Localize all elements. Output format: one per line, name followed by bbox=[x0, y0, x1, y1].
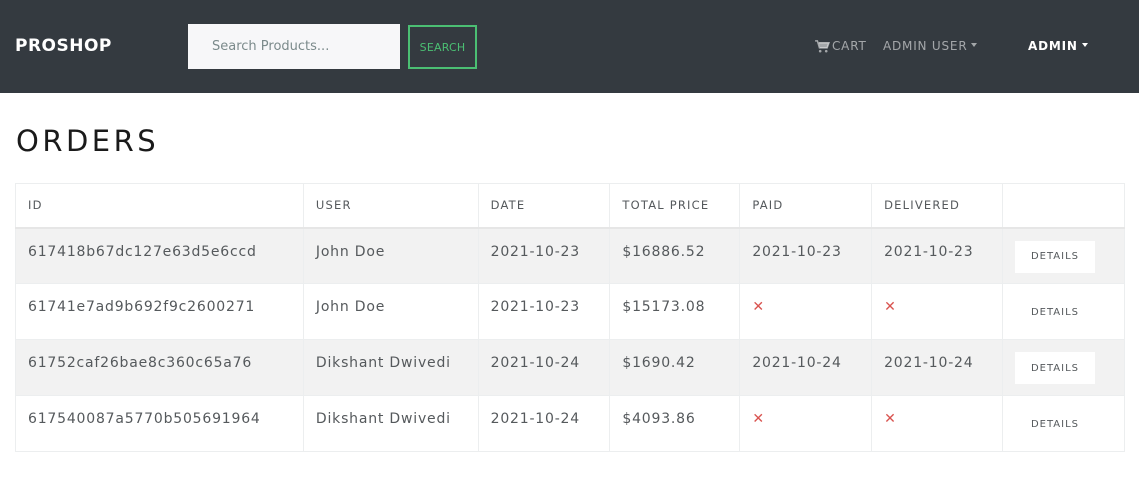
order-id: 61741e7ad9b692f9c2600271 bbox=[15, 283, 304, 340]
order-total: $15173.08 bbox=[609, 283, 741, 340]
chevron-down-icon bbox=[971, 43, 978, 47]
order-date: 2021-10-24 bbox=[477, 395, 611, 452]
not-paid-x-icon: ✕ bbox=[752, 411, 765, 427]
not-delivered-x-icon: ✕ bbox=[884, 299, 897, 315]
shopping-cart-icon bbox=[815, 39, 830, 52]
order-total: $1690.42 bbox=[609, 339, 741, 396]
order-user: Dikshant Dwivedi bbox=[302, 395, 479, 452]
table-header-row: ID USER DATE TOTAL PRICE PAID DELIVERED bbox=[15, 183, 1126, 229]
column-header-user: USER bbox=[302, 183, 479, 229]
admin-menu-label: ADMIN bbox=[1028, 39, 1078, 53]
column-header-delivered: DELIVERED bbox=[871, 183, 1003, 229]
details-button[interactable]: DETAILS bbox=[1015, 408, 1095, 440]
details-button[interactable]: DETAILS bbox=[1014, 352, 1095, 384]
order-paid: ✕ bbox=[739, 395, 873, 452]
order-paid: ✕ bbox=[739, 283, 873, 340]
table-row: 617540087a5770b505691964 Dikshant Dwived… bbox=[15, 395, 1126, 452]
order-total: $16886.52 bbox=[609, 227, 741, 284]
order-date: 2021-10-23 bbox=[477, 283, 611, 340]
admin-menu-dropdown[interactable]: ADMIN bbox=[1028, 39, 1088, 53]
chevron-down-icon bbox=[1081, 43, 1088, 47]
order-date: 2021-10-24 bbox=[477, 339, 611, 396]
order-delivered: ✕ bbox=[871, 395, 1003, 452]
table-row: 617418b67dc127e63d5e6ccd John Doe 2021-1… bbox=[15, 227, 1126, 284]
order-user: John Doe bbox=[302, 227, 479, 284]
order-id: 617540087a5770b505691964 bbox=[15, 395, 304, 452]
details-button[interactable]: DETAILS bbox=[1015, 296, 1095, 328]
details-button[interactable]: DETAILS bbox=[1014, 240, 1095, 273]
column-header-paid: PAID bbox=[739, 183, 873, 229]
order-actions: DETAILS bbox=[1001, 395, 1126, 452]
page-title: ORDERS bbox=[16, 124, 160, 158]
column-header-date: DATE bbox=[477, 183, 611, 229]
order-delivered: 2021-10-23 bbox=[871, 227, 1003, 284]
cart-link[interactable]: CART bbox=[815, 39, 867, 53]
not-paid-x-icon: ✕ bbox=[752, 299, 765, 315]
not-delivered-x-icon: ✕ bbox=[884, 411, 897, 427]
order-actions: DETAILS bbox=[1001, 283, 1126, 340]
order-total: $4093.86 bbox=[609, 395, 741, 452]
table-row: 61741e7ad9b692f9c2600271 John Doe 2021-1… bbox=[15, 283, 1126, 340]
order-paid: 2021-10-24 bbox=[739, 339, 873, 396]
search-button[interactable]: SEARCH bbox=[408, 25, 477, 69]
user-menu-dropdown[interactable]: ADMIN USER bbox=[883, 39, 978, 53]
order-user: Dikshant Dwivedi bbox=[302, 339, 479, 396]
column-header-actions bbox=[1001, 183, 1126, 229]
order-delivered: 2021-10-24 bbox=[871, 339, 1003, 396]
order-id: 617418b67dc127e63d5e6ccd bbox=[15, 227, 304, 284]
order-actions: DETAILS bbox=[1001, 227, 1126, 284]
brand-logo-link[interactable]: PROSHOP bbox=[15, 36, 112, 56]
top-navbar: PROSHOP SEARCH CART ADMIN USER ADMIN bbox=[0, 0, 1139, 93]
order-actions: DETAILS bbox=[1001, 339, 1126, 396]
column-header-id: ID bbox=[15, 183, 304, 229]
orders-table: ID USER DATE TOTAL PRICE PAID DELIVERED … bbox=[15, 183, 1126, 452]
column-header-total-price: TOTAL PRICE bbox=[609, 183, 741, 229]
table-row: 61752caf26bae8c360c65a76 Dikshant Dwived… bbox=[15, 339, 1126, 396]
order-date: 2021-10-23 bbox=[477, 227, 611, 284]
search-input[interactable] bbox=[188, 24, 400, 69]
order-delivered: ✕ bbox=[871, 283, 1003, 340]
cart-label: CART bbox=[832, 39, 867, 53]
user-menu-label: ADMIN USER bbox=[883, 39, 968, 53]
order-paid: 2021-10-23 bbox=[739, 227, 873, 284]
order-user: John Doe bbox=[302, 283, 479, 340]
order-id: 61752caf26bae8c360c65a76 bbox=[15, 339, 304, 396]
